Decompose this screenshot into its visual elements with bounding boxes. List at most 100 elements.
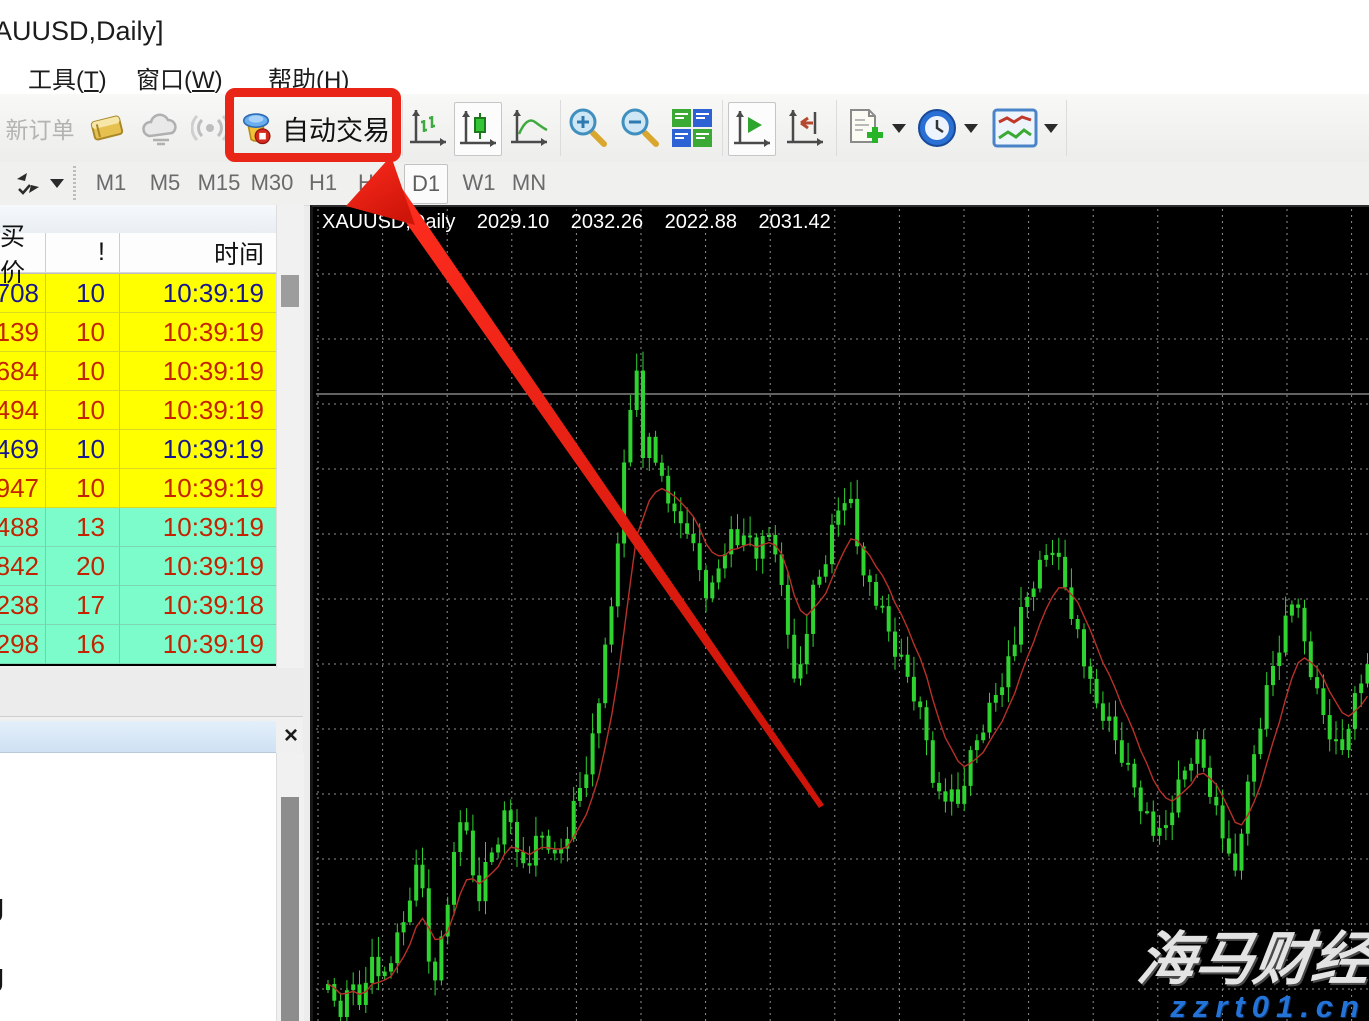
- new-order-button[interactable]: 新订单: [4, 102, 76, 154]
- symbols-tool-button[interactable]: [8, 164, 48, 202]
- menu-item[interactable]: 工具(T): [28, 60, 107, 95]
- table-row[interactable]: 2381710:39:18: [0, 586, 276, 625]
- chevron-down-icon: [1044, 124, 1058, 133]
- flag-cell: 10: [46, 430, 120, 469]
- chart-area[interactable]: 海马财经 zzrt01.cn: [310, 205, 1369, 1021]
- line-chart-button[interactable]: [506, 102, 552, 154]
- line-chart-icon: [509, 108, 549, 148]
- table-row[interactable]: 9471010:39:19: [0, 469, 276, 508]
- table-row[interactable]: 4941010:39:19: [0, 391, 276, 430]
- column-header[interactable]: 时间: [120, 233, 276, 273]
- flag-cell: 16: [46, 625, 120, 664]
- table-row[interactable]: 1391010:39:19: [0, 313, 276, 352]
- timeframe-H4[interactable]: H4: [352, 164, 392, 202]
- table-row[interactable]: 8422010:39:19: [0, 547, 276, 586]
- list-item-fragment: g: [0, 957, 4, 993]
- time-cell: 10:39:19: [120, 430, 276, 469]
- time-cell: 10:39:19: [120, 274, 276, 313]
- chevron-down-icon: [892, 124, 906, 133]
- timeframe-M5[interactable]: M5: [146, 164, 184, 202]
- tile-windows-button[interactable]: [668, 102, 716, 154]
- price-cell: 488: [0, 508, 46, 547]
- list-item-fragment: g: [0, 887, 4, 923]
- ohlc-low: 2022.88: [665, 211, 737, 233]
- table-row[interactable]: 2981610:39:19: [0, 625, 276, 664]
- navigator-titlebar[interactable]: [0, 721, 276, 753]
- time-cell: 10:39:19: [120, 547, 276, 586]
- time-cell: 10:39:19: [120, 625, 276, 664]
- templates-dropdown[interactable]: [1042, 102, 1060, 154]
- signal-button[interactable]: [190, 102, 230, 154]
- templates-button[interactable]: [990, 102, 1040, 154]
- toolbar-separator: [722, 100, 723, 156]
- price-cell: 238: [0, 586, 46, 625]
- template-icon: [992, 108, 1038, 148]
- menu-bar: 工具(T)窗口(W)帮助(H): [0, 58, 1369, 94]
- timeframe-D1[interactable]: D1: [404, 164, 448, 204]
- toolbar-separator: [1066, 100, 1067, 156]
- navigator-content: gg: [0, 753, 276, 1021]
- chart-shift-button[interactable]: [782, 102, 828, 154]
- time-cell: 10:39:19: [120, 352, 276, 391]
- time-cell: 10:39:18: [120, 586, 276, 625]
- main-toolbar: 新订单: [0, 94, 1369, 163]
- market-watch-header: 买价!时间: [0, 233, 276, 274]
- table-row[interactable]: 6841010:39:19: [0, 352, 276, 391]
- flag-cell: 10: [46, 391, 120, 430]
- price-cell: 947: [0, 469, 46, 508]
- indicators-dropdown[interactable]: [890, 102, 908, 154]
- candlestick-chart-button[interactable]: [454, 102, 502, 156]
- flag-cell: 13: [46, 508, 120, 547]
- auto-scroll-button[interactable]: [728, 102, 776, 156]
- watermark-brand: 海马财经: [1134, 930, 1369, 990]
- price-cell: 139: [0, 313, 46, 352]
- timeframe-M1[interactable]: M1: [92, 164, 130, 202]
- scrollbar-thumb[interactable]: [281, 797, 299, 1021]
- auto-scroll-icon: [732, 109, 772, 149]
- timeframe-M30[interactable]: M30: [248, 164, 296, 202]
- scrollbar-thumb[interactable]: [281, 275, 299, 307]
- market-watch-table: 买价!时间 7081010:39:191391010:39:196841010:…: [0, 233, 276, 666]
- table-row[interactable]: 4691010:39:19: [0, 430, 276, 469]
- bar-chart-button[interactable]: [406, 102, 450, 154]
- navigator-scrollbar[interactable]: [276, 753, 304, 1021]
- flag-cell: 20: [46, 547, 120, 586]
- ohlc-close: 2031.42: [759, 211, 831, 233]
- bar-chart-icon: [408, 108, 448, 148]
- column-header[interactable]: !: [46, 233, 120, 273]
- close-icon[interactable]: ×: [279, 724, 303, 748]
- column-header[interactable]: 买价: [0, 233, 46, 273]
- book-icon: [86, 109, 128, 147]
- table-row[interactable]: 4881310:39:19: [0, 508, 276, 547]
- ohlc-high: 2032.26: [571, 211, 643, 233]
- chart-ohlc-label: XAUUSD,Daily 2029.10 2032.26 2022.88 203…: [322, 211, 835, 234]
- arrows-icon: [13, 169, 43, 197]
- toolbar-separator: [402, 100, 403, 156]
- toolbar-grip[interactable]: [73, 166, 76, 201]
- periods-button[interactable]: [914, 102, 960, 154]
- chevron-down-icon: [50, 179, 64, 188]
- menu-item[interactable]: 窗口(W): [136, 60, 223, 95]
- timeframe-W1[interactable]: W1: [458, 164, 500, 202]
- flag-cell: 10: [46, 352, 120, 391]
- price-cell: 298: [0, 625, 46, 664]
- table-row[interactable]: 7081010:39:19: [0, 274, 276, 313]
- zoom-in-button[interactable]: [566, 102, 610, 154]
- price-cell: 684: [0, 352, 46, 391]
- market-watch-book-icon[interactable]: [84, 102, 130, 154]
- timeframe-MN[interactable]: MN: [508, 164, 550, 202]
- timeframe-H1[interactable]: H1: [304, 164, 342, 202]
- price-cell: 708: [0, 274, 46, 313]
- price-cell: 842: [0, 547, 46, 586]
- indicators-button[interactable]: [842, 102, 888, 154]
- zoom-out-icon: [619, 107, 661, 149]
- periods-dropdown[interactable]: [962, 102, 980, 154]
- clock-icon: [915, 106, 959, 150]
- market-watch-titlebar[interactable]: [0, 205, 276, 234]
- cloud-button[interactable]: [138, 102, 184, 154]
- market-watch-scrollbar[interactable]: [276, 205, 304, 668]
- zoom-out-button[interactable]: [618, 102, 662, 154]
- timeframe-M15[interactable]: M15: [196, 164, 242, 202]
- navigator-panel: × gg: [0, 716, 303, 1021]
- symbols-tool-dropdown[interactable]: [48, 164, 66, 202]
